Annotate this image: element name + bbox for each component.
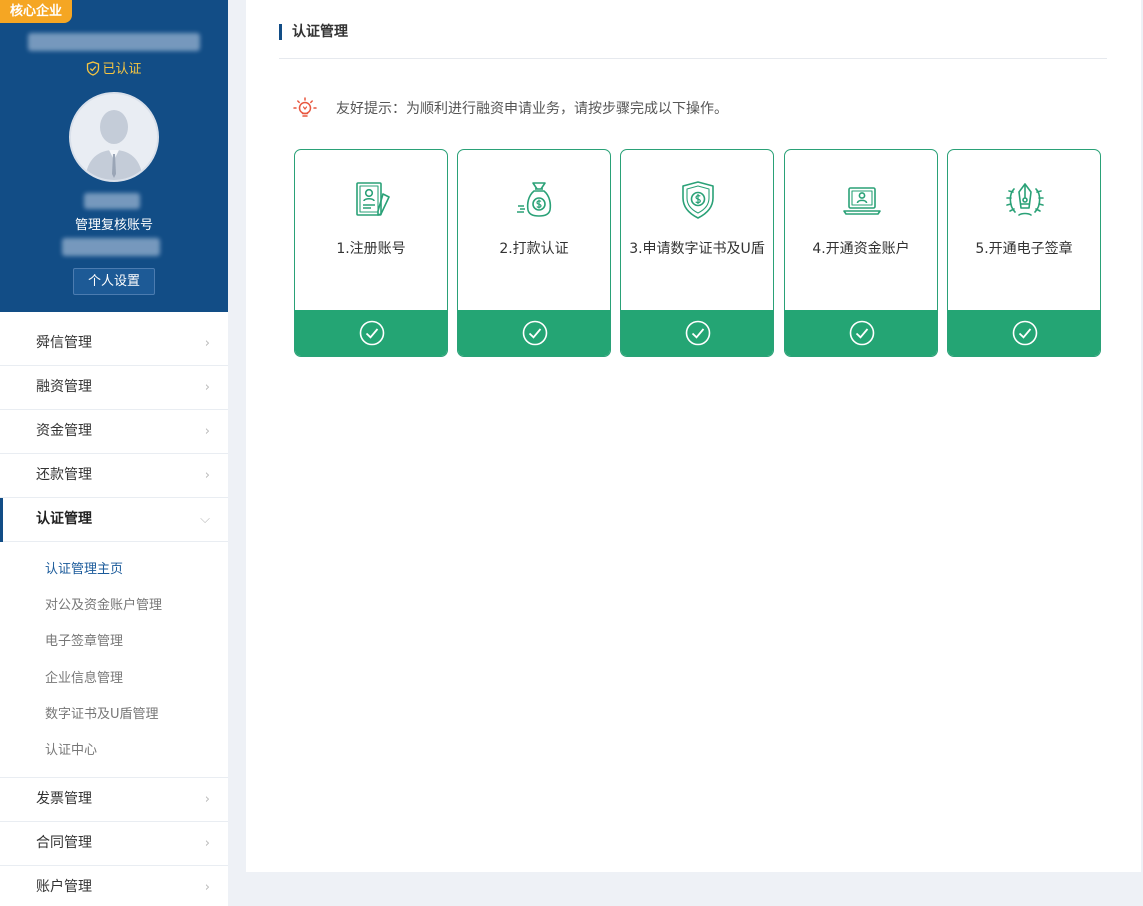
tip-text: 友好提示：为顺利进行融资申请业务，请按步骤完成以下操作。 xyxy=(336,101,728,117)
step-complete-bar xyxy=(295,310,447,356)
submenu-corporate-account[interactable]: 对公及资金账户管理 xyxy=(0,588,228,624)
chevron-right-icon: › xyxy=(204,792,210,808)
menu-item-account[interactable]: 账户管理 › xyxy=(0,866,228,906)
page-title: 认证管理 xyxy=(292,24,348,40)
chevron-right-icon: › xyxy=(204,336,210,351)
core-enterprise-badge: 核心企业 xyxy=(0,0,72,23)
check-circle-icon xyxy=(522,320,548,346)
check-circle-icon xyxy=(359,320,385,346)
menu-item-label: 账户管理 xyxy=(36,879,92,896)
profile-panel: 核心企业 已认证 管理复核账号 个人设置 xyxy=(0,0,228,312)
user-silhouette-icon xyxy=(71,94,157,180)
money-bag-icon xyxy=(517,182,552,217)
check-circle-icon xyxy=(1012,320,1038,346)
step-label: 5.开通电子签章 xyxy=(975,241,1073,257)
chevron-right-icon: › xyxy=(204,836,210,852)
menu-item-shunxin[interactable]: 舜信管理 › xyxy=(0,322,228,366)
chevron-right-icon: › xyxy=(204,880,210,896)
menu-item-label: 认证管理 xyxy=(36,511,92,527)
menu-item-contract[interactable]: 合同管理 › xyxy=(0,822,228,867)
title-accent-bar xyxy=(279,24,282,40)
sidebar: 核心企业 已认证 管理复核账号 个人设置 舜信管理 › 融资管理 › 资金管理 › 还… xyxy=(0,0,228,906)
step-complete-bar xyxy=(785,310,937,356)
step-card-register[interactable]: 1.注册账号 xyxy=(294,149,448,357)
submenu-certification-center[interactable]: 认证中心 xyxy=(0,733,228,769)
submenu-certification-home[interactable]: 认证管理主页 xyxy=(0,552,228,588)
main-panel: 认证管理 友好提示：为顺利进行融资申请业务，请按步骤完成以下操作。 1.注册账号… xyxy=(246,0,1141,872)
menu-item-label: 融资管理 xyxy=(36,379,92,395)
step-complete-bar xyxy=(948,310,1100,356)
header-divider xyxy=(279,58,1107,59)
step-card-payment-verify[interactable]: 2.打款认证 xyxy=(457,149,611,357)
menu-item-repayment[interactable]: 还款管理 › xyxy=(0,454,228,498)
step-label: 3.申请数字证书及U盾 xyxy=(629,241,765,257)
chevron-right-icon: › xyxy=(204,468,210,483)
step-card-e-seal[interactable]: 5.开通电子签章 xyxy=(947,149,1101,357)
submenu-enterprise-info[interactable]: 企业信息管理 xyxy=(0,661,228,697)
certificate-shield-icon xyxy=(682,181,714,219)
check-circle-icon xyxy=(849,320,875,346)
register-document-icon xyxy=(356,182,390,216)
step-label: 2.打款认证 xyxy=(499,241,569,257)
masked-phone xyxy=(62,238,160,256)
menu-item-label: 资金管理 xyxy=(36,423,92,439)
submenu-e-seal[interactable]: 电子签章管理 xyxy=(0,624,228,660)
shield-check-icon xyxy=(87,61,100,76)
step-complete-bar xyxy=(458,310,610,356)
account-name: 管理复核账号 xyxy=(74,218,153,233)
menu-item-financing[interactable]: 融资管理 › xyxy=(0,366,228,410)
chevron-down-icon: ⌵ xyxy=(200,512,210,527)
seal-pen-icon xyxy=(1006,183,1044,216)
menu-item-certification[interactable]: 认证管理 ⌵ xyxy=(0,498,228,542)
step-complete-bar xyxy=(621,310,773,356)
personal-settings-button[interactable]: 个人设置 xyxy=(73,268,155,295)
step-card-digital-certificate[interactable]: 3.申请数字证书及U盾 xyxy=(620,149,774,357)
certification-submenu: 认证管理主页 对公及资金账户管理 电子签章管理 企业信息管理 数字证书及U盾管理… xyxy=(0,542,228,779)
menu-item-label: 发票管理 xyxy=(36,791,92,808)
side-menu: 舜信管理 › 融资管理 › 资金管理 › 还款管理 › 认证管理 ⌵ 认证管理主页 对公及… xyxy=(0,322,228,906)
step-card-fund-account[interactable]: 4.开通资金账户 xyxy=(784,149,938,357)
menu-item-label: 合同管理 xyxy=(36,835,92,852)
chevron-right-icon: › xyxy=(204,380,210,395)
laptop-account-icon xyxy=(843,187,881,215)
menu-item-label: 还款管理 xyxy=(36,467,92,483)
verified-status: 已认证 xyxy=(0,61,228,79)
chevron-right-icon: › xyxy=(204,424,210,439)
menu-item-label: 舜信管理 xyxy=(36,335,92,351)
avatar xyxy=(69,92,159,182)
step-label: 1.注册账号 xyxy=(336,241,406,257)
verified-label: 已认证 xyxy=(102,62,142,77)
step-label: 4.开通资金账户 xyxy=(812,241,910,257)
lightbulb-icon xyxy=(293,97,317,117)
menu-item-invoice[interactable]: 发票管理 › xyxy=(0,778,228,823)
masked-user-id xyxy=(84,193,140,209)
submenu-digital-certificate[interactable]: 数字证书及U盾管理 xyxy=(0,697,228,733)
masked-company-name xyxy=(28,33,200,51)
menu-item-funds[interactable]: 资金管理 › xyxy=(0,410,228,454)
check-circle-icon xyxy=(685,320,711,346)
